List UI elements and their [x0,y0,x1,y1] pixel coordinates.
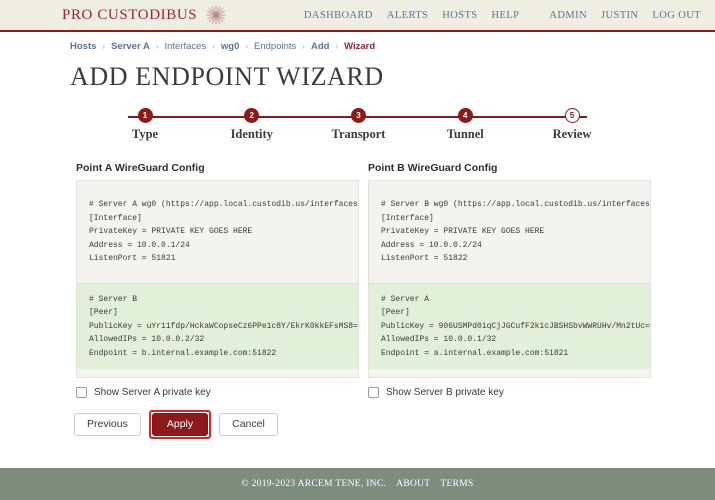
breadcrumb-separator: › [245,42,249,51]
point-a-config-box: # Server A wg0 (https://app.local.custod… [76,180,359,378]
step-number-badge: 1 [137,108,153,123]
show-server-b-private-key-row[interactable]: Show Server B private key [368,387,651,398]
brand-name: PRO CUSTODIBUS [62,6,198,23]
breadcrumb-item-add[interactable]: Add [311,41,329,52]
apply-button-focus-ring: Apply [148,410,212,439]
wizard-step-identity[interactable]: 2 Identity [217,108,287,142]
nav-hosts[interactable]: HOSTS [442,10,477,21]
page-title: ADD ENDPOINT WIZARD [70,62,384,91]
show-server-b-private-key-label: Show Server B private key [386,387,504,398]
nav-log-out[interactable]: LOG OUT [652,10,701,21]
point-b-peer-config: # Server A [Peer] PublicKey = 906USMPd0i… [369,282,650,369]
point-a-interface-config: # Server A wg0 (https://app.local.custod… [89,200,358,263]
show-server-a-private-key-row[interactable]: Show Server A private key [76,387,359,398]
footer-link-about[interactable]: ABOUT [396,479,430,489]
previous-button[interactable]: Previous [74,413,141,436]
nav-dashboard[interactable]: DASHBOARD [304,10,373,21]
step-number-badge: 2 [244,108,260,123]
breadcrumb: Hosts › Server A › Interfaces › wg0 › En… [0,32,715,52]
wizard-step-review[interactable]: 5 Review [537,108,607,142]
breadcrumb-item-endpoints[interactable]: Endpoints [254,41,296,52]
step-label: Identity [230,127,273,141]
breadcrumb-separator: › [335,42,339,51]
cancel-button[interactable]: Cancel [219,413,278,436]
step-number-badge: 5 [564,108,580,123]
step-label: Review [552,127,592,141]
brand-logo[interactable]: PRO CUSTODIBUS [62,4,227,26]
wizard-step-transport[interactable]: 3 Transport [324,108,394,142]
point-b-config-box: # Server B wg0 (https://app.local.custod… [368,180,651,378]
site-footer: © 2019-2023 ARCEM TENE, INC. ABOUT TERMS [0,468,715,500]
breadcrumb-separator: › [302,42,305,51]
nav-help[interactable]: HELP [492,10,520,21]
step-label: Type [131,127,159,141]
account-navigation: ADMIN JUSTIN LOG OUT [549,10,701,21]
nav-admin[interactable]: ADMIN [549,10,587,21]
point-b-interface-config: # Server B wg0 (https://app.local.custod… [381,200,650,263]
point-a-config-column: Point A WireGuard Config # Server A wg0 … [76,162,359,378]
top-navigation: DASHBOARD ALERTS HOSTS HELP ADMIN JUSTIN… [304,10,701,21]
breadcrumb-item-wizard: Wizard [344,41,376,52]
wizard-step-type[interactable]: 1 Type [110,108,180,142]
apply-button[interactable]: Apply [151,413,209,436]
site-header: PRO CUSTODIBUS DASHBOARD ALERTS HOSTS HE… [0,0,715,32]
wizard-step-indicator: 1 Type 2 Identity 3 Transport 4 Tunnel 5… [0,108,715,148]
breadcrumb-item-hosts[interactable]: Hosts [70,41,96,52]
copyright-text: © 2019-2023 ARCEM TENE, INC. [241,479,387,489]
config-panels: Point A WireGuard Config # Server A wg0 … [0,162,715,378]
step-number-badge: 4 [457,108,473,123]
footer-link-terms[interactable]: TERMS [440,479,473,489]
wizard-step-tunnel[interactable]: 4 Tunnel [430,108,500,142]
point-a-peer-config: # Server B [Peer] PublicKey = uYr11fdp/H… [77,282,358,369]
show-server-a-private-key-label: Show Server A private key [94,387,211,398]
breadcrumb-separator: › [212,42,215,51]
breadcrumb-separator: › [102,42,106,51]
breadcrumb-separator: › [155,42,159,51]
breadcrumb-item-interfaces[interactable]: Interfaces [164,41,206,52]
sunburst-emblem-icon [205,4,227,26]
point-b-config-title: Point B WireGuard Config [368,162,498,174]
nav-user-justin[interactable]: JUSTIN [601,10,638,21]
show-server-b-private-key-checkbox[interactable] [368,387,379,398]
breadcrumb-item-wg0[interactable]: wg0 [221,41,239,52]
step-number-badge: 3 [351,108,366,123]
private-key-toggles: Show Server A private key Show Server B … [0,387,715,398]
step-label: Tunnel [446,127,484,141]
step-label: Transport [331,127,386,141]
show-server-a-private-key-checkbox[interactable] [76,387,87,398]
point-b-config-column: Point B WireGuard Config # Server B wg0 … [368,162,651,378]
point-a-config-title: Point A WireGuard Config [76,162,205,174]
breadcrumb-item-server-a[interactable]: Server A [111,41,150,52]
wizard-actions: Previous Apply Cancel [0,410,715,439]
nav-alerts[interactable]: ALERTS [387,10,428,21]
